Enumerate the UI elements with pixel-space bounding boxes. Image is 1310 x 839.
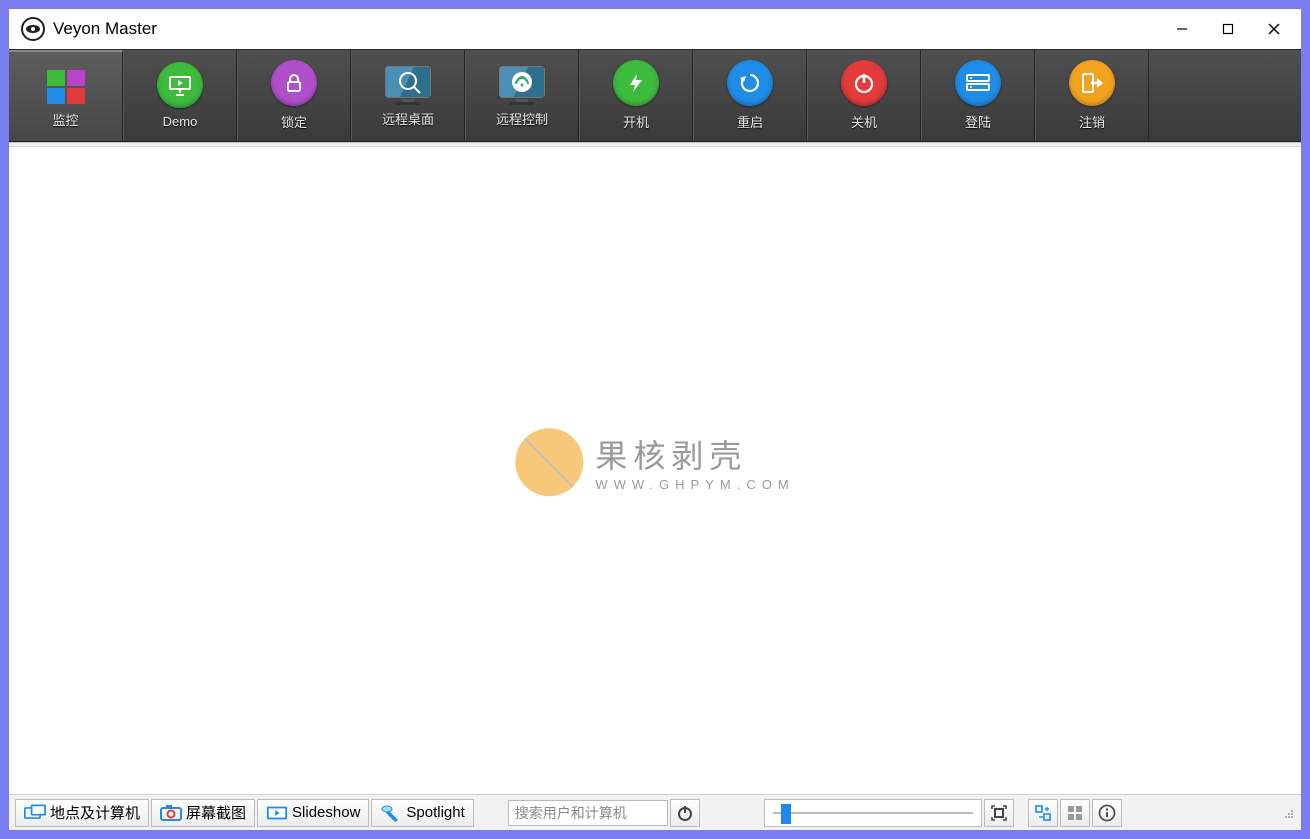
remote-control-icon [494,63,550,109]
slider-thumb[interactable] [781,804,791,824]
button-label: 屏幕截图 [186,802,246,823]
button-label: 地点及计算机 [50,802,140,823]
toolbar-power-on[interactable]: 开机 [579,50,693,141]
toolbar-power-off[interactable]: 关机 [807,50,921,141]
camera-icon [160,804,182,822]
toolbar-reboot[interactable]: 重启 [693,50,807,141]
power-small-icon [676,804,694,822]
lock-icon [271,60,317,106]
watermark-circle-icon [515,428,583,496]
slideshow-play-icon [266,804,288,822]
monitor-tiles-icon [43,64,89,110]
server-icon [955,60,1001,106]
arrange-icon [1034,804,1052,822]
toolbar-logout[interactable]: 注销 [1035,50,1149,141]
bottom-bar: 地点及计算机 屏幕截图 Slideshow Spotlight [9,794,1301,830]
spotlight-button[interactable]: Spotlight [371,799,473,827]
zoom-slider[interactable] [764,799,982,827]
power-icon [841,60,887,106]
watermark-url: WWW.GHPYM.COM [595,477,794,492]
power-filter-button[interactable] [670,799,700,827]
app-eye-icon [21,17,45,41]
close-icon [1268,23,1280,35]
screens-icon [24,804,46,822]
auto-arrange-button[interactable] [1028,799,1058,827]
restart-icon [727,60,773,106]
toolbar-remote-control[interactable]: 远程控制 [465,50,579,141]
toolbar-label: 远程控制 [496,109,548,128]
window-title: Veyon Master [53,19,157,39]
title-bar: Veyon Master [9,9,1301,49]
minimize-button[interactable] [1159,13,1205,45]
info-button[interactable] [1092,799,1122,827]
button-label: Spotlight [406,804,464,821]
info-icon [1098,804,1116,822]
button-label: Slideshow [292,804,360,821]
spotlight-flashlight-icon [380,804,402,822]
watermark: 果核剥壳 WWW.GHPYM.COM [515,428,794,496]
resize-grip-icon[interactable] [1281,806,1295,820]
toolbar-label: Demo [163,114,198,129]
toolbar-label: 远程桌面 [382,109,434,128]
locations-computers-button[interactable]: 地点及计算机 [15,799,149,827]
close-button[interactable] [1251,13,1297,45]
main-toolbar: 监控 Demo 锁定 远程桌面 远程控制 [9,49,1301,142]
watermark-title: 果核剥壳 [595,431,794,477]
toolbar-demo[interactable]: Demo [123,50,237,141]
toolbar-label: 锁定 [281,112,307,131]
content-area: 果核剥壳 WWW.GHPYM.COM [9,142,1301,794]
maximize-icon [1222,23,1234,35]
search-input[interactable] [508,800,668,826]
grid-icon [1067,805,1083,821]
toolbar-label: 重启 [737,112,763,131]
logout-icon [1069,60,1115,106]
maximize-button[interactable] [1205,13,1251,45]
toolbar-remote-desktop[interactable]: 远程桌面 [351,50,465,141]
toolbar-label: 注销 [1079,112,1105,131]
toolbar-login[interactable]: 登陆 [921,50,1035,141]
fit-screen-button[interactable] [984,799,1014,827]
app-window: Veyon Master 监控 Demo [8,8,1302,831]
toolbar-label: 登陆 [965,112,991,131]
fit-icon [990,804,1008,822]
presentation-icon [157,62,203,108]
toolbar-monitor[interactable]: 监控 [9,50,123,141]
toolbar-label: 监控 [52,110,78,129]
minimize-icon [1176,23,1188,35]
toolbar-label: 关机 [851,112,877,131]
slideshow-button[interactable]: Slideshow [257,799,369,827]
screenshot-button[interactable]: 屏幕截图 [151,799,255,827]
toolbar-label: 开机 [623,112,649,131]
grid-view-button[interactable] [1060,799,1090,827]
remote-desktop-icon [380,63,436,109]
toolbar-lock[interactable]: 锁定 [237,50,351,141]
lightning-icon [613,60,659,106]
